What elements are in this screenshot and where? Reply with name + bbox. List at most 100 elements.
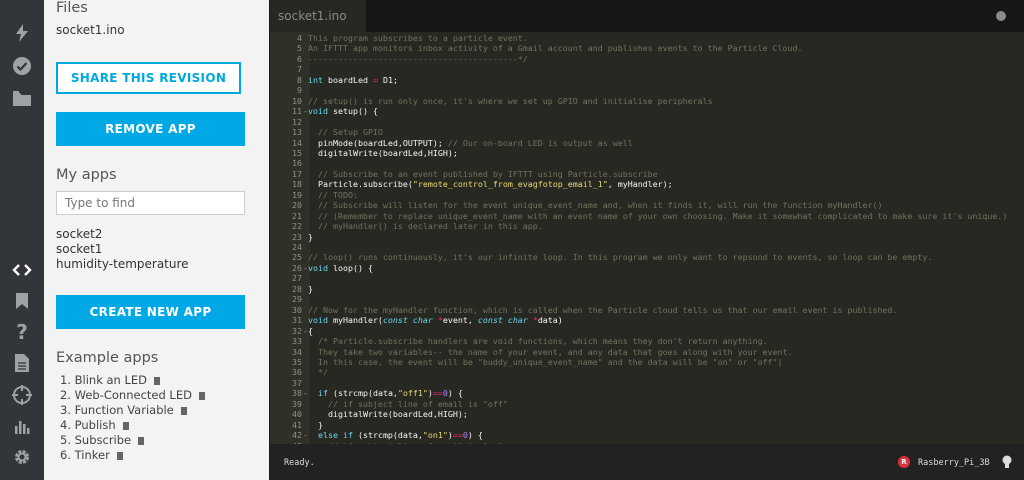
code-token: else if	[318, 430, 353, 441]
line-number: 12	[292, 116, 302, 127]
code-token: }	[308, 283, 313, 294]
target-icon[interactable]	[0, 381, 44, 409]
icon-rail: ?	[0, 0, 44, 480]
code-token: data)	[537, 315, 563, 326]
code-line: This program subscribes to a particle ev…	[308, 33, 528, 43]
code-token: // loop() runs continuously, it's our in…	[308, 252, 933, 263]
document-icon[interactable]	[0, 349, 44, 377]
code-token: }	[308, 231, 313, 242]
line-number: 33	[292, 336, 302, 347]
document-icon	[154, 376, 161, 385]
line-number: 13	[292, 127, 302, 138]
code-token: // Setup GPIO	[308, 127, 383, 138]
device-badge[interactable]: R	[898, 456, 910, 468]
line-number: 34	[292, 346, 302, 357]
code-line: Particle.subscribe("remote_control_from_…	[308, 179, 673, 189]
line-number: 29	[292, 294, 302, 305]
code-token: // TODO:	[308, 189, 358, 200]
current-file-link[interactable]: socket1.ino	[56, 23, 125, 37]
line-number: 30	[292, 304, 302, 315]
remove-app-button[interactable]: REMOVE APP	[56, 112, 245, 146]
code-token: */	[308, 367, 328, 378]
example-app-link[interactable]: 2. Web-Connected LED	[60, 388, 205, 402]
example-app-link[interactable]: 6. Tinker	[60, 448, 123, 462]
code-line: // setup() is run only once, it's where …	[308, 96, 713, 106]
code-line: void myHandler(const char *event, const …	[308, 315, 563, 325]
line-number: 10	[292, 95, 302, 106]
verify-icon[interactable]	[0, 52, 44, 80]
example-app-link[interactable]: 1. Blink an LED	[60, 373, 161, 387]
line-number: 19	[292, 189, 302, 200]
console-icon[interactable]	[0, 412, 44, 440]
tab-socket1[interactable]: socket1.ino	[270, 0, 366, 32]
tab-bar: socket1.ino	[270, 0, 1024, 32]
create-new-app-button[interactable]: CREATE NEW APP	[56, 295, 245, 329]
line-number: 20	[292, 200, 302, 211]
example-app-link[interactable]: 5. Subscribe	[60, 433, 145, 447]
help-icon[interactable]: ?	[0, 318, 44, 346]
line-number: 39	[292, 398, 302, 409]
code-token: // Subscribe will listen for the event u…	[308, 200, 883, 211]
line-number: 31	[292, 315, 302, 326]
code-icon[interactable]	[0, 256, 44, 284]
code-token: // Subscribe to an event published by IF…	[308, 168, 658, 179]
document-icon	[138, 436, 145, 445]
code-token: (strcmp(data,	[352, 430, 423, 441]
code-line: digitalWrite(boardLed,HIGH);	[308, 409, 468, 419]
code-token: int	[308, 74, 323, 85]
code-token: const char	[382, 315, 433, 326]
code-line: pinMode(boardLed,OUTPUT); // Our on-boar…	[308, 138, 633, 148]
line-number: 28	[292, 283, 302, 294]
app-search-input[interactable]	[56, 191, 245, 215]
share-revision-button[interactable]: SHARE THIS REVISION	[56, 62, 241, 94]
code-token: An IFTTT app monitors inbox activity of …	[308, 43, 803, 54]
code-token: They take two variables-- the name of yo…	[308, 346, 793, 357]
code-line: ----------------------------------------…	[308, 54, 528, 64]
line-number: 38	[292, 388, 302, 399]
code-line: // (Remember to replace unique_event_nam…	[308, 211, 1007, 221]
device-name[interactable]: Rasberry_Pi_3B	[918, 458, 990, 468]
line-number: 11	[292, 106, 302, 117]
status-bar: Ready. R Rasberry_Pi_3B	[270, 444, 1024, 480]
settings-icon[interactable]	[0, 443, 44, 471]
example-apps-heading: Example apps	[56, 350, 159, 366]
code-line: // Now for the myHandler function, which…	[308, 305, 897, 315]
code-token: setup() {	[327, 106, 378, 117]
line-number: 42	[292, 430, 302, 441]
code-token: event,	[442, 315, 478, 326]
app-link[interactable]: socket1	[56, 242, 102, 256]
line-number: 40	[292, 409, 302, 420]
code-token: , myHandler);	[607, 179, 673, 190]
code-line: else if (strcmp(data,"on1")==0) {	[308, 430, 483, 440]
app-link[interactable]: humidity-temperature	[56, 257, 189, 271]
line-number: 32	[292, 325, 302, 336]
app-link[interactable]: socket2	[56, 227, 102, 241]
code-line: // TODO:	[308, 190, 358, 200]
line-number: 8	[297, 74, 302, 85]
close-tab-icon[interactable]	[996, 11, 1006, 21]
bookmark-icon[interactable]	[0, 287, 44, 315]
lightbulb-icon[interactable]	[1002, 455, 1012, 472]
code-token: const char	[477, 315, 528, 326]
line-number: 35	[292, 356, 302, 367]
line-number: 14	[292, 137, 302, 148]
code-line: In this case, the event will be "buddy_u…	[308, 357, 783, 367]
code-area[interactable]: 4 5 6 7 8 9 10 11-12 13 14 15 16 17 18 19 20 21 22 23 24 25 2…	[270, 32, 1024, 444]
example-app-link[interactable]: 4. Publish	[60, 418, 129, 432]
code-token: // if subject line of email is "off"	[308, 398, 508, 409]
line-number: 15	[292, 147, 302, 158]
line-number: 24	[292, 242, 302, 252]
code-line: // loop() runs continuously, it's our in…	[308, 252, 932, 262]
code-line: {	[308, 326, 313, 336]
folder-icon[interactable]	[0, 84, 44, 112]
code-token: This program subscribes to a particle ev…	[308, 33, 528, 43]
code-token: if	[318, 388, 328, 399]
code-line: /* Particle.subscribe handlers are void …	[308, 336, 768, 346]
line-number: 16	[292, 158, 302, 169]
example-app-link[interactable]: 3. Function Variable	[60, 403, 187, 417]
code-token: // setup() is run only once, it's where …	[308, 95, 713, 106]
flash-icon[interactable]	[0, 19, 44, 47]
code-token: /* Particle.subscribe handlers are void …	[308, 336, 768, 347]
document-icon	[180, 406, 187, 415]
